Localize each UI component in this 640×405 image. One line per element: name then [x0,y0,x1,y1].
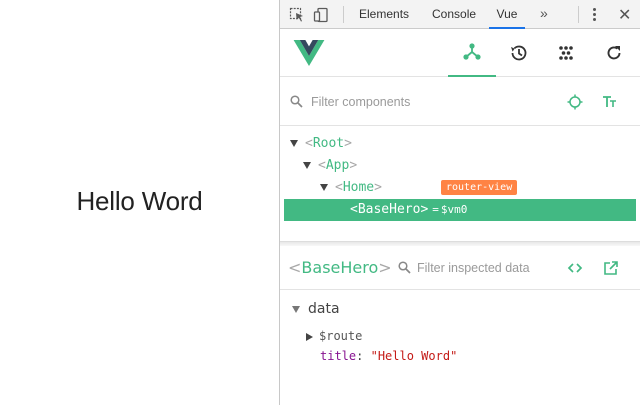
code-icon [567,263,583,273]
data-section-header[interactable]: data [292,301,340,317]
vm-reference: $vm0 [440,203,468,216]
search-icon [290,95,303,108]
search-icon [398,261,411,274]
collapse-arrow-icon[interactable] [320,184,328,191]
tag-close: > [349,158,358,173]
component-tree: <Root> <App> <Home> router-view <BaseHer… [280,127,640,241]
text-format-icon [603,96,616,107]
component-name: BaseHero [301,258,379,277]
toolbar-separator [578,6,579,23]
history-icon [511,45,527,61]
tab-vue[interactable]: Vue [489,0,525,29]
data-item-title[interactable]: title: "Hello Word" [320,347,457,365]
inspect-dom-button[interactable] [565,258,585,278]
devtools-panel: Elements Console Vue » ✕ Filter componen… [280,0,640,405]
data-value: "Hello Word" [370,349,458,363]
collapse-arrow-icon[interactable] [303,162,311,169]
refresh-button[interactable] [590,29,638,77]
external-link-icon [604,261,618,275]
tag-close: > [420,202,429,217]
tag-close: > [374,180,382,195]
router-view-badge: router-view [441,180,518,195]
section-title: data [308,301,340,317]
tag-open: < [335,180,343,195]
more-tabs-button[interactable]: » [540,0,548,29]
inspect-element-icon[interactable] [289,7,305,23]
tree-node-basehero[interactable]: <BaseHero> = $vm0 [284,199,636,221]
format-names-button[interactable] [600,92,620,112]
tag-open: < [305,136,313,151]
target-icon [567,94,583,110]
devtools-menu-icon[interactable] [593,8,597,22]
colon: : [356,349,364,363]
inspector-header: <BaseHero> [280,246,640,290]
toolbar-separator [343,6,344,23]
vuex-icon [559,46,573,60]
device-toggle-icon[interactable] [313,7,329,23]
hello-heading: Hello Word [76,186,203,216]
app-viewport: Hello Word [0,0,279,405]
filter-components-input[interactable] [311,93,541,111]
tab-elements[interactable]: Elements [359,0,409,29]
component-name: Root [312,136,345,151]
data-item-route[interactable]: $route [306,327,362,345]
data-section: data $route title: "Hello Word" [280,291,640,405]
tab-console[interactable]: Console [432,0,476,29]
collapse-arrow-icon[interactable] [290,140,298,147]
expand-arrow-icon[interactable] [306,332,313,341]
collapse-arrow-icon[interactable] [292,305,300,313]
open-in-editor-button[interactable] [601,258,621,278]
vue-header [280,29,640,77]
refresh-icon [607,46,621,60]
tag-open: < [318,158,326,173]
data-key: $route [319,329,363,343]
history-tab-button[interactable] [495,29,543,77]
filter-inspected-data-input[interactable] [417,259,547,277]
equals-sign: = [432,203,439,216]
component-name: Home [342,180,375,195]
tag-open: < [350,202,358,217]
close-devtools-icon[interactable]: ✕ [618,5,631,25]
components-icon [463,43,481,60]
components-tab-button[interactable] [448,29,496,77]
tag-close: > [344,136,352,151]
select-component-button[interactable] [565,92,585,112]
tag-close: > [378,258,392,277]
data-key: title [320,349,357,363]
vue-logo-icon [293,40,325,66]
component-filter-bar [280,78,640,126]
screen: Hello Word Elements Console Vue » ✕ Filt… [0,0,640,405]
tree-node-app[interactable]: <App> [284,155,636,176]
tree-node-root[interactable]: <Root> [284,133,636,154]
component-name: BaseHero [357,202,421,217]
inspected-component-title: <BaseHero> [288,258,392,277]
tag-open: < [288,258,302,277]
component-name: App [325,158,350,173]
vuex-tab-button[interactable] [542,29,590,77]
devtools-tabbar: Elements Console Vue » ✕ [280,0,640,29]
